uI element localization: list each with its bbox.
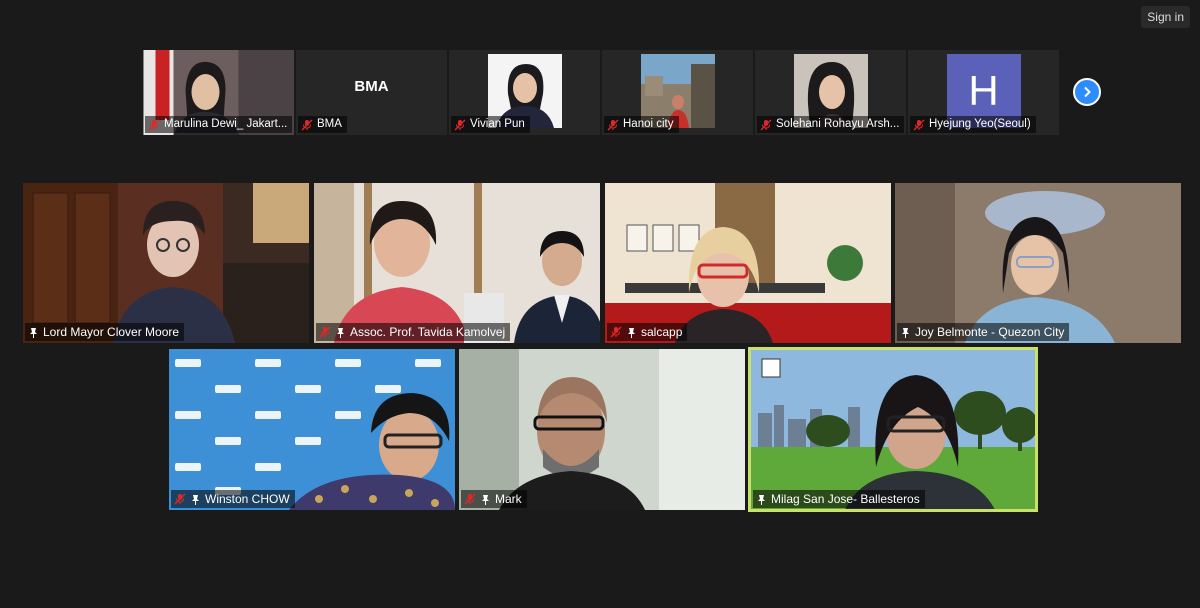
participant-name: Joy Belmonte - Quezon City xyxy=(915,325,1065,339)
pin-icon xyxy=(28,327,39,338)
participant-name: Hyejung Yeo(Seoul) xyxy=(929,118,1031,130)
participant-name-label: Assoc. Prof. Tavida Kamolvej xyxy=(316,323,511,341)
pin-icon xyxy=(335,327,346,338)
pin-icon xyxy=(900,327,911,338)
thumbnail-tile[interactable]: BMA BMA xyxy=(296,50,447,135)
video-tile[interactable]: Mark xyxy=(459,349,745,510)
mic-muted-icon xyxy=(610,326,622,338)
pin-icon xyxy=(756,494,767,505)
participant-name-label: Mark xyxy=(461,490,527,508)
thumbnail-tile[interactable]: Marulina Dewi_ Jakart... xyxy=(143,50,294,135)
participant-name-label: BMA xyxy=(298,116,347,133)
participant-name: Mark xyxy=(495,492,522,506)
next-page-button[interactable] xyxy=(1073,78,1101,106)
sign-in-button[interactable]: Sign in xyxy=(1141,6,1190,28)
thumbnail-tile[interactable]: H Hyejung Yeo(Seoul) xyxy=(908,50,1059,135)
participant-video xyxy=(169,349,455,510)
participant-name: Lord Mayor Clover Moore xyxy=(43,325,180,339)
participant-video xyxy=(605,183,891,343)
video-tile-active-speaker[interactable]: Milag San Jose- Ballesteros xyxy=(748,347,1038,512)
participant-name: salcapp xyxy=(641,325,683,339)
participant-video xyxy=(23,183,309,343)
participant-name-label: Solehani Rohayu Arsh... xyxy=(757,116,905,133)
pin-icon xyxy=(190,494,201,505)
participant-name-label: Milag San Jose- Ballesteros xyxy=(753,490,925,508)
thumbnail-tile[interactable]: Vivian Pun xyxy=(449,50,600,135)
mic-muted-icon xyxy=(607,119,619,131)
participant-thumbnail-strip: Marulina Dewi_ Jakart... BMA BMA Vivian … xyxy=(143,50,1060,135)
participant-display-name: BMA xyxy=(354,78,389,95)
participant-name-label: Hyejung Yeo(Seoul) xyxy=(910,116,1036,133)
participant-name-label: Marulina Dewi_ Jakart... xyxy=(145,116,293,133)
video-tile[interactable]: Lord Mayor Clover Moore xyxy=(23,183,309,343)
video-tile[interactable]: Assoc. Prof. Tavida Kamolvej xyxy=(314,183,600,343)
video-tile[interactable]: salcapp xyxy=(605,183,891,343)
thumbnail-tile[interactable]: Hanoi city xyxy=(602,50,753,135)
participant-name: Marulina Dewi_ Jakart... xyxy=(164,118,288,130)
participant-video xyxy=(748,347,1038,512)
participant-name: Milag San Jose- Ballesteros xyxy=(771,492,920,506)
chevron-right-icon xyxy=(1084,86,1091,98)
participant-name: BMA xyxy=(317,118,342,130)
participant-name-label: Vivian Pun xyxy=(451,116,530,133)
participant-video xyxy=(314,183,600,343)
participant-name: Assoc. Prof. Tavida Kamolvej xyxy=(350,325,506,339)
video-tile[interactable]: Winston CHOW xyxy=(169,349,455,510)
participant-name-label: Lord Mayor Clover Moore xyxy=(25,323,185,341)
mic-muted-icon xyxy=(174,493,186,505)
pin-icon xyxy=(626,327,637,338)
mic-muted-icon xyxy=(913,119,925,131)
participant-video xyxy=(459,349,745,510)
video-tile[interactable]: Joy Belmonte - Quezon City xyxy=(895,183,1181,343)
mic-muted-icon xyxy=(319,326,331,338)
participant-name: Hanoi city xyxy=(623,118,674,130)
mic-muted-icon xyxy=(454,119,466,131)
mic-muted-icon xyxy=(148,119,160,131)
mic-muted-icon xyxy=(301,119,313,131)
pin-icon xyxy=(480,494,491,505)
participant-name: Winston CHOW xyxy=(205,492,290,506)
participant-name-label: salcapp xyxy=(607,323,688,341)
participant-name-label: Winston CHOW xyxy=(171,490,295,508)
participant-name-label: Joy Belmonte - Quezon City xyxy=(897,323,1070,341)
participant-name-label: Hanoi city xyxy=(604,116,679,133)
mic-muted-icon xyxy=(760,119,772,131)
participant-video xyxy=(895,183,1181,343)
participant-name: Vivian Pun xyxy=(470,118,525,130)
participant-name: Solehani Rohayu Arsh... xyxy=(776,118,900,130)
thumbnail-tile[interactable]: Solehani Rohayu Arsh... xyxy=(755,50,906,135)
mic-muted-icon xyxy=(464,493,476,505)
